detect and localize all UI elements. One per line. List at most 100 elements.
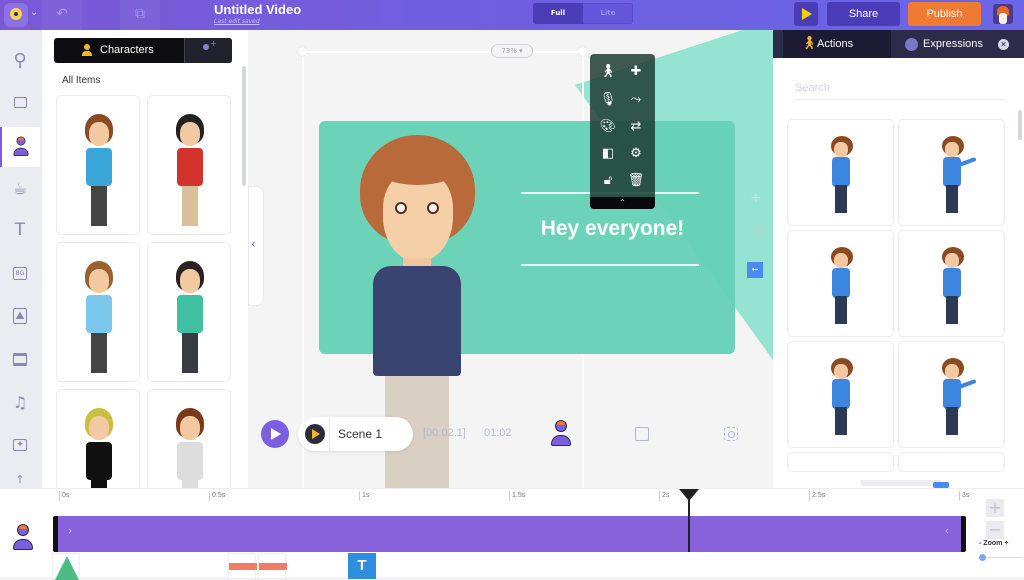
- characters-panel: Characters All Items: [42, 30, 248, 529]
- mic-icon[interactable]: 🎙︎: [598, 90, 618, 110]
- image-icon: ⛰: [13, 308, 27, 324]
- trash-icon[interactable]: 🗑︎: [750, 225, 767, 240]
- search-icon: ⚲: [13, 49, 27, 71]
- preview-play-button[interactable]: [794, 2, 818, 26]
- walk-icon[interactable]: 🚶︎: [598, 62, 618, 82]
- zoom-value: 73%: [501, 47, 517, 55]
- panel-scrollbar[interactable]: [242, 66, 246, 186]
- playhead[interactable]: [688, 497, 690, 552]
- characters-tab[interactable]: Characters: [54, 38, 232, 63]
- chevron-right-icon[interactable]: ›: [68, 524, 72, 537]
- add-action-icon[interactable]: ✚: [626, 62, 646, 82]
- line-element[interactable]: [228, 553, 257, 579]
- chevron-down-icon[interactable]: ⌄: [30, 7, 38, 18]
- path-icon[interactable]: ⤳: [626, 90, 646, 110]
- zoom-out-button[interactable]: −: [986, 521, 1004, 539]
- shape-element[interactable]: [52, 553, 80, 580]
- resize-handle[interactable]: [578, 47, 587, 56]
- action-card[interactable]: [898, 452, 1005, 472]
- mode-lite[interactable]: Lite: [583, 3, 633, 24]
- zoom-in-button[interactable]: +: [986, 499, 1004, 517]
- timeline-tick: 1.5s: [509, 491, 525, 501]
- video-title[interactable]: Untitled Video: [214, 2, 301, 17]
- search-input[interactable]: [795, 76, 1005, 100]
- current-time: [00:02.1]: [423, 427, 466, 439]
- undo-icon: ↶: [56, 6, 68, 22]
- rail-effects[interactable]: ✦: [0, 425, 40, 465]
- action-card-idle[interactable]: [787, 119, 894, 226]
- rail-search[interactable]: ⚲: [0, 40, 40, 80]
- character-track[interactable]: › ‹: [53, 516, 966, 552]
- collapse-panel-button[interactable]: ‹: [248, 186, 264, 306]
- rail-video[interactable]: [0, 339, 40, 379]
- trash-icon[interactable]: 🗑︎: [626, 171, 646, 191]
- rail-backgrounds[interactable]: BG: [0, 253, 40, 293]
- headline-text[interactable]: Hey everyone!: [525, 217, 700, 241]
- tab-actions[interactable]: 🚶︎ Actions: [783, 30, 891, 58]
- scene-selector[interactable]: Scene 1: [298, 417, 413, 451]
- character-card-woman-curly[interactable]: [147, 242, 231, 382]
- swap-icon[interactable]: ⇄: [626, 117, 646, 137]
- share-button[interactable]: Share: [827, 2, 900, 26]
- opacity-icon[interactable]: ◧: [598, 144, 618, 164]
- zoom-dropdown[interactable]: 73% ▾: [491, 44, 533, 58]
- rail-images[interactable]: ⛰: [0, 296, 40, 336]
- line-shape: [229, 563, 257, 570]
- action-card-present-talk[interactable]: [898, 341, 1005, 448]
- rail-more[interactable]: ↑: [0, 468, 40, 490]
- rail-text[interactable]: T: [0, 210, 40, 250]
- character-card-man-tie[interactable]: [56, 242, 140, 382]
- film-icon[interactable]: [635, 427, 649, 441]
- scene-label: Scene 1: [338, 427, 383, 441]
- chevron-left-icon[interactable]: ‹: [945, 524, 949, 537]
- character-icon: [82, 44, 92, 56]
- video-icon: [13, 352, 27, 366]
- horizontal-scrollbar[interactable]: [861, 480, 941, 486]
- action-card-hands-on-head[interactable]: [898, 230, 1005, 337]
- play-button[interactable]: [261, 420, 289, 448]
- close-icon[interactable]: ✕: [998, 39, 1009, 50]
- line-element[interactable]: [258, 553, 287, 579]
- resize-handle[interactable]: [298, 47, 307, 56]
- unlock-icon[interactable]: 🔓︎: [598, 171, 618, 191]
- triangle-icon: [55, 556, 79, 580]
- timeline-tick: 2s: [659, 491, 669, 501]
- duplicate-button[interactable]: ⧉: [120, 0, 160, 30]
- add-icon[interactable]: +: [750, 190, 762, 206]
- rail-characters[interactable]: [0, 127, 40, 167]
- duplicate-icon: ⧉: [135, 6, 145, 22]
- action-card-point[interactable]: [787, 341, 894, 448]
- user-avatar[interactable]: [993, 4, 1013, 24]
- timeline-tick: 0s: [59, 491, 69, 501]
- focus-icon[interactable]: [724, 427, 738, 441]
- undo-button[interactable]: ↶: [42, 0, 82, 30]
- settings-icon[interactable]: ⚙: [626, 144, 646, 164]
- mode-toggle[interactable]: Full Lite: [533, 3, 633, 24]
- playhead-handle[interactable]: [679, 489, 699, 501]
- add-character-button[interactable]: [184, 38, 232, 63]
- collapse-toolbox-button[interactable]: ⌃: [590, 197, 655, 209]
- line-shape: [259, 563, 287, 570]
- publish-button[interactable]: Publish: [908, 2, 981, 26]
- action-card-present-right[interactable]: [898, 119, 1005, 226]
- zoom-slider[interactable]: [983, 557, 1023, 558]
- scene-play-button[interactable]: [305, 424, 325, 444]
- timeline: 0s 0.5s 1s 1.5s 2s 2.5s 3s › ‹ T + − - Zoom +: [0, 488, 1024, 580]
- text-element[interactable]: T: [348, 553, 376, 579]
- zoom-slider-knob[interactable]: [979, 554, 986, 561]
- rail-scenes[interactable]: [0, 82, 40, 122]
- action-card[interactable]: [787, 452, 894, 472]
- arrow-up-icon: ↑: [15, 472, 25, 486]
- back-arrow-button[interactable]: ←: [747, 262, 763, 278]
- action-card-stand[interactable]: [787, 230, 894, 337]
- rail-props[interactable]: ☕: [0, 168, 40, 208]
- character-card-woman-glasses[interactable]: [56, 95, 140, 235]
- palette-icon[interactable]: 🎨︎: [598, 117, 618, 137]
- mode-full[interactable]: Full: [533, 3, 583, 24]
- logo-icon[interactable]: [4, 3, 28, 27]
- panel-scrollbar[interactable]: [1018, 110, 1022, 140]
- character-card-man-beard[interactable]: [147, 95, 231, 235]
- character-icon[interactable]: [550, 420, 572, 448]
- rail-music[interactable]: ♫: [0, 382, 40, 422]
- music-icon: ♫: [12, 392, 28, 412]
